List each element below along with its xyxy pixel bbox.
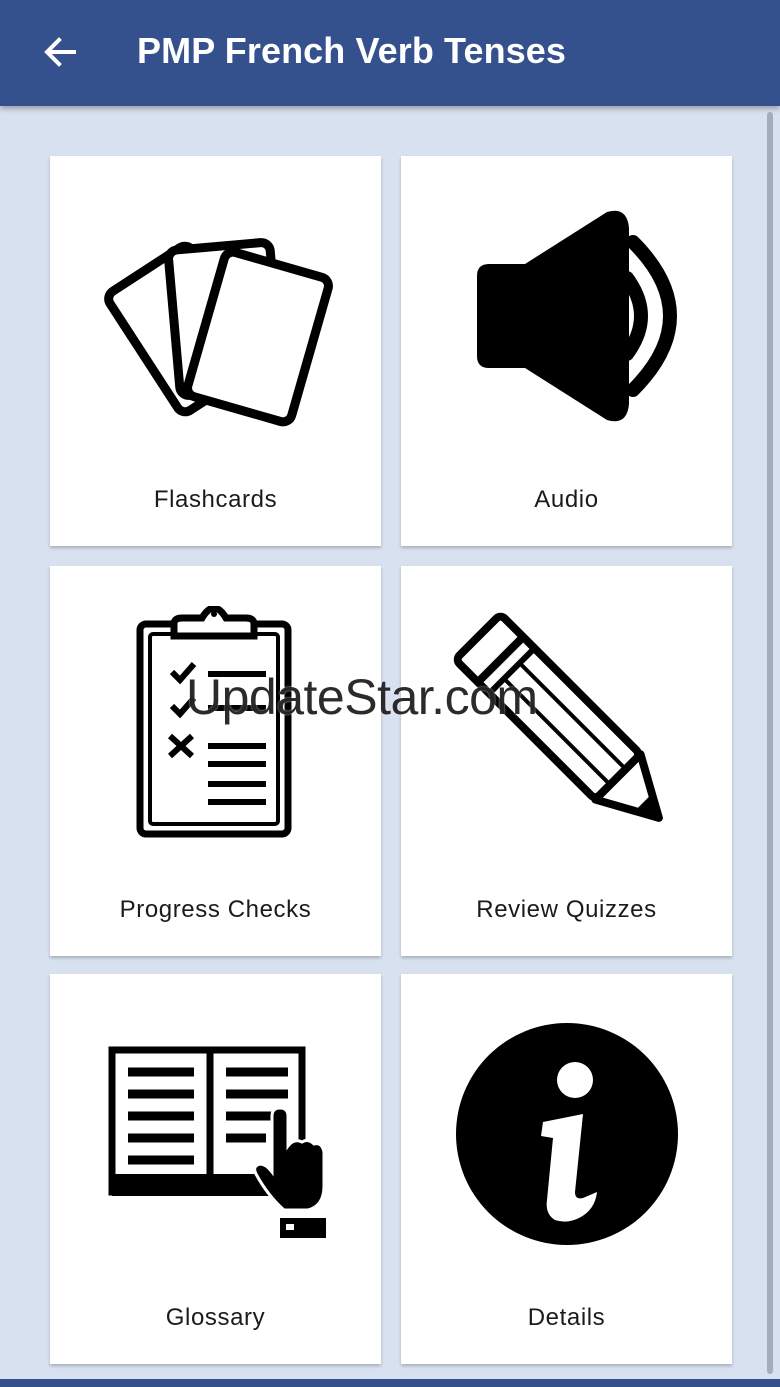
app-bar: PMP French Verb Tenses	[0, 0, 780, 106]
card-label: Glossary	[165, 1304, 266, 1331]
audio-card[interactable]: Audio	[401, 156, 732, 546]
page-title: PMP French Verb Tenses	[137, 30, 567, 71]
scrollbar[interactable]	[767, 112, 773, 1374]
clipboard-checklist-icon	[136, 606, 291, 838]
flashcards-card[interactable]: Flashcards	[50, 156, 381, 546]
glossary-card[interactable]: Glossary	[50, 974, 381, 1364]
info-icon	[455, 1023, 678, 1245]
card-label: Audio	[534, 486, 599, 513]
open-book-pointer-icon	[108, 1046, 326, 1238]
review-quizzes-card[interactable]: Review Quizzes	[401, 566, 732, 956]
speaker-icon	[476, 210, 677, 422]
arrow-left-icon	[44, 37, 76, 67]
details-card[interactable]: Details	[401, 974, 732, 1364]
card-label: Progress Checks	[119, 896, 312, 923]
card-label: Details	[527, 1304, 606, 1331]
bottom-bar	[0, 1379, 780, 1387]
flashcards-icon	[103, 238, 333, 427]
card-label: Review Quizzes	[476, 896, 657, 923]
pencil-icon	[453, 612, 663, 822]
progress-checks-card[interactable]: Progress Checks	[50, 566, 381, 956]
back-button[interactable]	[28, 20, 92, 84]
card-label: Flashcards	[153, 486, 278, 513]
